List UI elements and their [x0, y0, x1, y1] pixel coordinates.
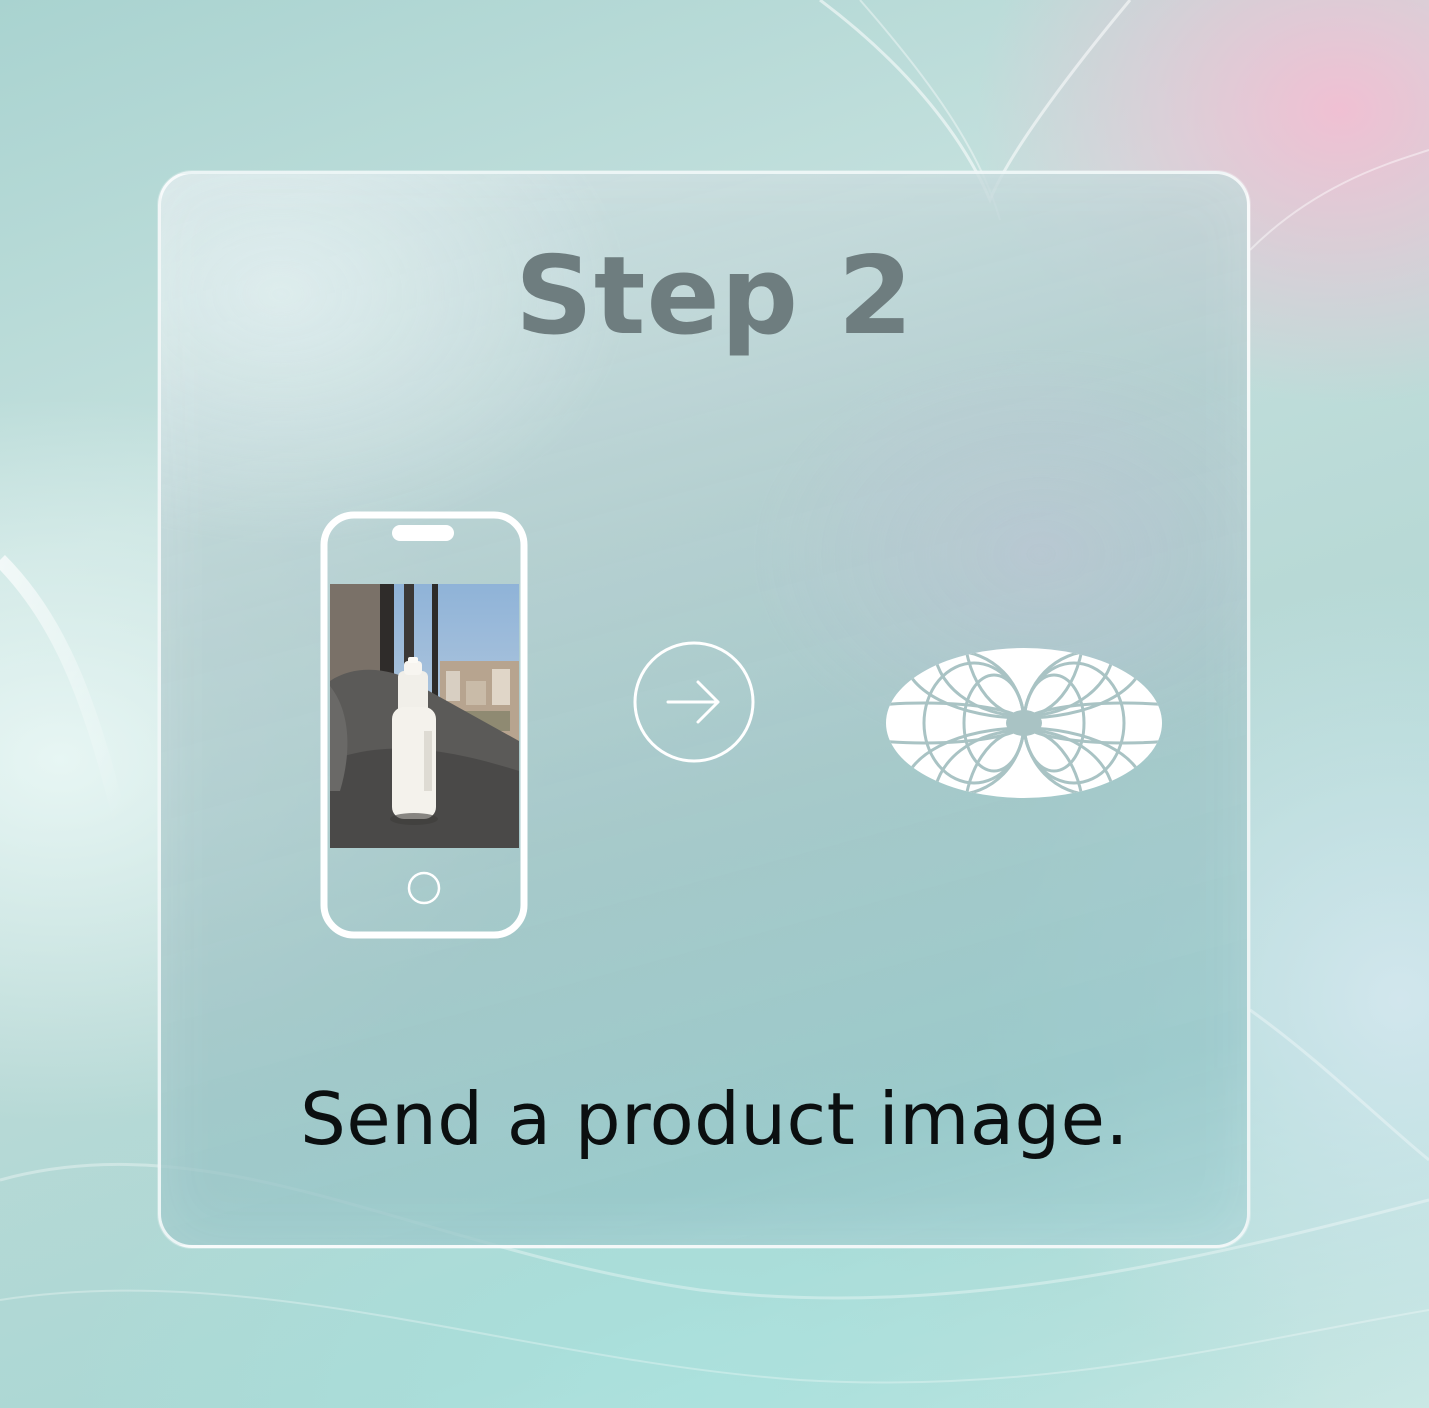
ai-brand-logo-icon	[886, 648, 1162, 798]
arrow-right-circle-icon	[633, 641, 755, 763]
step-title: Step 2	[515, 234, 914, 359]
instruction-caption: Send a product image.	[300, 1077, 1129, 1161]
smartphone-with-product-photo-icon	[320, 511, 528, 939]
